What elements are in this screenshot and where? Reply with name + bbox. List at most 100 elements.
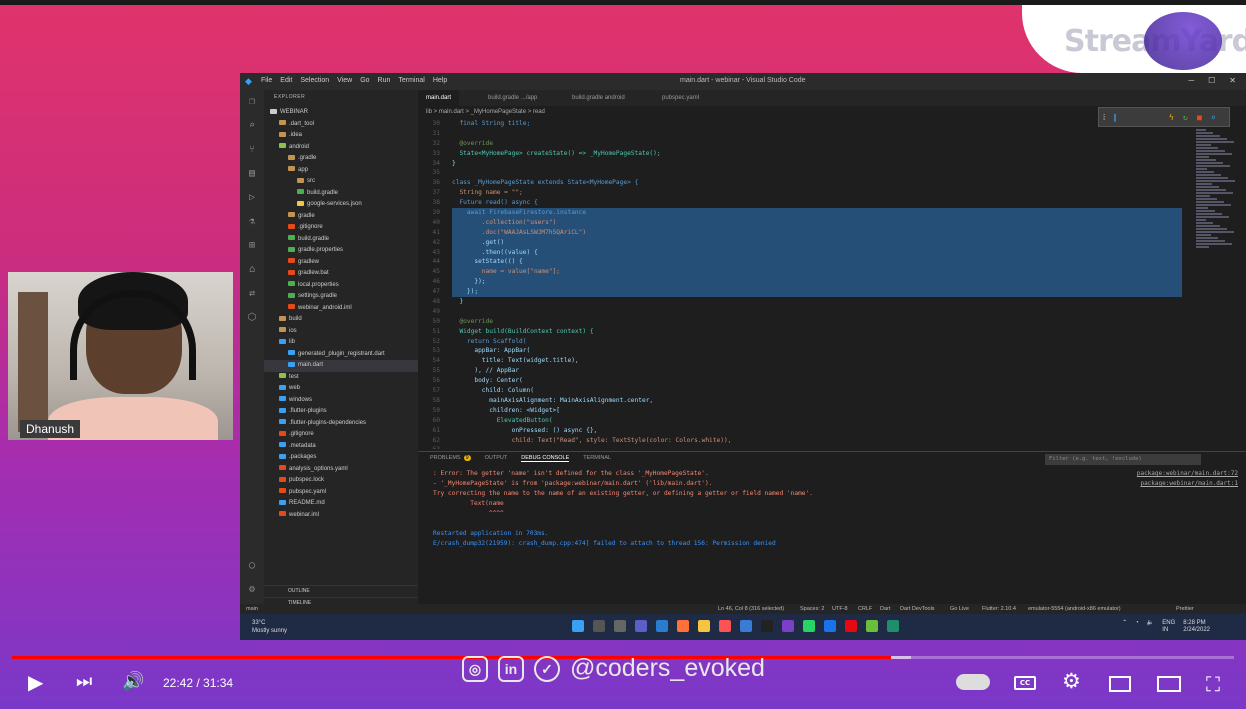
fullscreen-icon[interactable]: ⛶ — [1206, 672, 1220, 696]
tab-3[interactable]: pubspec.yaml — [654, 90, 707, 106]
tree-item[interactable]: build.gradle — [264, 234, 418, 246]
panel-tab-debug-console[interactable]: DEBUG CONSOLE — [521, 455, 570, 462]
tree-item[interactable]: web — [264, 383, 418, 395]
status-item[interactable]: emulator-5554 (android-x86 emulator) — [1028, 604, 1121, 614]
settings-icon[interactable]: ⚙ — [1062, 669, 1081, 693]
tree-item[interactable]: gradlew — [264, 257, 418, 269]
tree-item[interactable]: .idea — [264, 130, 418, 142]
code-line[interactable]: child: Text("Read", style: TextStyle(col… — [452, 436, 1182, 446]
code-line[interactable]: .doc("WAAJAsLSWJM7h5QAriCL") — [452, 227, 1182, 238]
menu-item[interactable]: Go — [360, 77, 369, 84]
android-studio-icon[interactable] — [866, 620, 878, 632]
code-editor[interactable]: 30 31 32 33 34 35 36 37 38 39 40 41 42 43 44 45 46 47 48 49… — [418, 119, 1188, 449]
tree-item[interactable]: gradle.properties — [264, 245, 418, 257]
testing-icon[interactable]: ⚗ — [246, 216, 258, 228]
tab-0[interactable]: main.dart — [418, 90, 460, 106]
tree-item[interactable]: webinar.iml — [264, 510, 418, 522]
tree-item[interactable]: gradle — [264, 211, 418, 223]
tree-item[interactable]: app — [264, 165, 418, 177]
language-indicator[interactable]: ENG IN — [1162, 620, 1175, 634]
word-icon[interactable] — [740, 620, 752, 632]
files-icon[interactable]: ❐ — [246, 96, 258, 108]
pause-icon[interactable]: ∥ — [1113, 113, 1117, 122]
volume-icon[interactable]: 🔊 — [122, 671, 144, 692]
account-icon[interactable]: ◯ — [246, 560, 258, 572]
devtools-icon[interactable]: ⌕ — [1211, 113, 1216, 122]
source-control-icon[interactable]: ⑂ — [246, 144, 258, 156]
menu-item[interactable]: Run — [378, 77, 391, 84]
console-link[interactable]: package:webinar/main.dart:1 — [1137, 479, 1238, 489]
vscode-taskbar-icon[interactable] — [656, 620, 668, 632]
code-line[interactable] — [452, 307, 1182, 317]
tree-item[interactable]: src — [264, 176, 418, 188]
code-line[interactable]: body: Center( — [452, 376, 1182, 386]
code-line[interactable]: final String title; — [452, 119, 1182, 129]
streamyard-icon[interactable] — [887, 620, 899, 632]
search-icon[interactable]: ⌕ — [246, 120, 258, 132]
code-lines[interactable]: final String title; @override State<MyHo… — [452, 119, 1182, 445]
tree-item[interactable]: WEBINAR — [264, 107, 418, 119]
code-line[interactable]: String name = ""; — [452, 188, 1182, 198]
tree-item[interactable]: webinar_android.iml — [264, 303, 418, 315]
code-line[interactable]: name = value["name"]; — [452, 267, 1182, 278]
tree-item[interactable]: .gitignore — [264, 429, 418, 441]
extensions-icon[interactable]: ⊞ — [246, 240, 258, 252]
menu-item[interactable]: Help — [433, 77, 447, 84]
code-line[interactable]: return Scaffold( — [452, 337, 1182, 347]
tree-item[interactable]: android — [264, 142, 418, 154]
code-line[interactable]: }); — [452, 287, 1182, 298]
run-debug-icon[interactable]: ▷ — [246, 192, 258, 204]
taskbar-search-icon[interactable] — [593, 620, 605, 632]
sidebar-section-outline[interactable]: OUTLINE — [264, 585, 418, 597]
settings-gear-icon[interactable]: ⚙ — [246, 584, 258, 596]
live-share-icon[interactable]: ⇄ — [246, 288, 258, 300]
hot-reload-icon[interactable]: ϟ — [1169, 113, 1174, 122]
maximize-icon[interactable]: ☐ — [1208, 76, 1215, 85]
next-icon[interactable]: ⏭ — [76, 671, 92, 692]
tab-2[interactable]: build.gradle android — [564, 90, 633, 106]
clock[interactable]: 8:28 PM 2/24/2022 — [1183, 620, 1210, 634]
tree-item[interactable]: settings.gradle — [264, 291, 418, 303]
tree-item[interactable]: ios — [264, 326, 418, 338]
code-line[interactable] — [452, 129, 1182, 139]
code-line[interactable]: await FirebaseFirestore.instance — [452, 208, 1182, 218]
code-line[interactable]: .collection("users") — [452, 217, 1182, 228]
status-item[interactable]: CRLF — [858, 604, 872, 614]
tree-item[interactable]: .flutter-plugins — [264, 406, 418, 418]
terminal-icon[interactable] — [761, 620, 773, 632]
code-line[interactable]: ElevatedButton( — [452, 416, 1182, 426]
tree-item[interactable]: pubspec.lock — [264, 475, 418, 487]
docs-icon[interactable] — [824, 620, 836, 632]
code-line[interactable]: children: <Widget>[ — [452, 406, 1182, 416]
code-line[interactable]: child: Column( — [452, 386, 1182, 396]
explorer-icon[interactable]: ▤ — [246, 168, 258, 180]
status-item[interactable]: Dart DevTools — [900, 604, 935, 614]
file-explorer-icon[interactable] — [698, 620, 710, 632]
tree-item[interactable]: build — [264, 314, 418, 326]
miniplayer-icon[interactable] — [1109, 676, 1131, 692]
status-item[interactable]: UTF-8 — [832, 604, 848, 614]
docker-icon[interactable]: ⬡ — [246, 312, 258, 324]
tree-item[interactable]: analysis_options.yaml — [264, 464, 418, 476]
tree-item[interactable]: gradlew.bat — [264, 268, 418, 280]
console-link[interactable]: package:webinar/main.dart:72 — [1137, 469, 1238, 479]
panel-filter-input[interactable]: Filter (e.g. text, !exclude) — [1045, 454, 1201, 465]
tree-item[interactable]: README.md — [264, 498, 418, 510]
tree-item[interactable]: .dart_tool — [264, 119, 418, 131]
tray-wifi-icon[interactable]: ◔ — [1135, 620, 1139, 634]
tray-volume-icon[interactable]: 🔈 — [1147, 620, 1154, 634]
code-line[interactable]: .then((value) { — [452, 247, 1182, 258]
theater-mode-icon[interactable] — [1157, 676, 1181, 692]
tree-item[interactable]: .flutter-plugins-dependencies — [264, 418, 418, 430]
minimap[interactable] — [1188, 119, 1246, 449]
restart-icon[interactable]: ↻ — [1183, 113, 1188, 122]
menu-item[interactable]: Edit — [280, 77, 292, 84]
drag-handle-icon[interactable]: ⁞ — [1103, 113, 1105, 122]
code-line[interactable]: } — [452, 297, 1182, 307]
code-line[interactable]: onPressed: () async {}, — [452, 426, 1182, 436]
code-line[interactable]: @override — [452, 139, 1182, 149]
tree-item[interactable]: google-services.json — [264, 199, 418, 211]
code-line[interactable]: appBar: AppBar( — [452, 346, 1182, 356]
code-line[interactable]: ), // AppBar — [452, 366, 1182, 376]
captions-icon[interactable]: CC — [1014, 676, 1036, 690]
